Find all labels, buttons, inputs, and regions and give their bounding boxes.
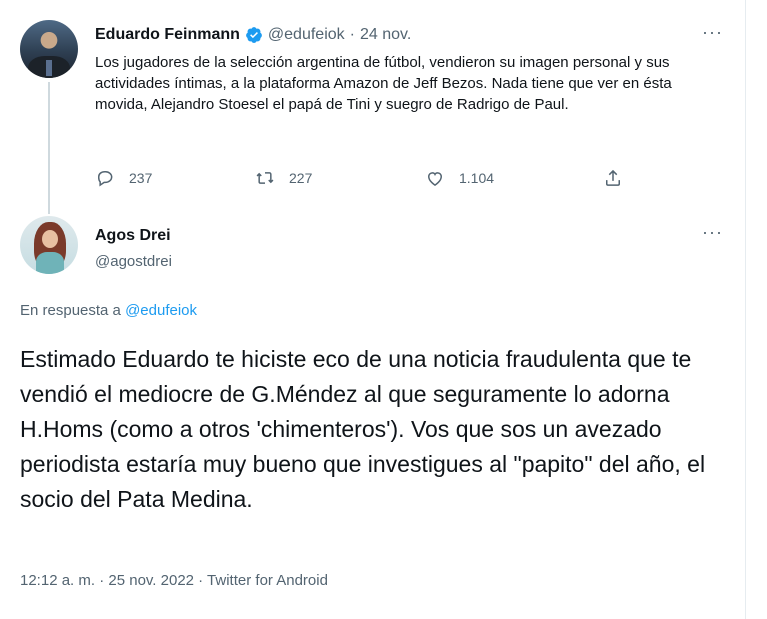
- reply-button[interactable]: 237: [95, 168, 152, 188]
- share-icon: [606, 169, 620, 186]
- avatar-face: [42, 230, 58, 248]
- like-button[interactable]: 1.104: [425, 168, 494, 188]
- avatar-body: [36, 252, 64, 274]
- share-button[interactable]: [603, 168, 623, 188]
- reply-count: 237: [129, 170, 153, 186]
- parent-tweet-header: Eduardo Feinmann @edufeiok · 24 nov.: [95, 26, 411, 44]
- reply-handle[interactable]: @agostdrei: [95, 253, 172, 270]
- avatar-tie: [46, 60, 52, 76]
- retweet-button[interactable]: 227: [255, 168, 312, 188]
- like-count: 1.104: [459, 170, 495, 186]
- tweet-date[interactable]: 24 nov.: [360, 26, 411, 44]
- reply-display-name[interactable]: Agos Drei: [95, 227, 171, 245]
- reply-tweet-text: Estimado Eduardo te hiciste eco de una n…: [20, 346, 706, 512]
- column-divider: [745, 0, 746, 619]
- handle[interactable]: @edufeiok: [268, 26, 345, 44]
- reply-icon: [98, 171, 113, 187]
- verified-badge-icon: [246, 27, 262, 43]
- in-reply-mention-link[interactable]: @edufeiok: [125, 302, 197, 319]
- tweet-actions: 237 227 1.104: [95, 168, 635, 190]
- thread-connector-line: [48, 82, 50, 214]
- retweet-icon: [256, 172, 274, 184]
- avatar[interactable]: [20, 216, 78, 274]
- more-options-icon[interactable]: ···: [702, 222, 723, 243]
- tweet-timestamp-source[interactable]: 12:12 a. m. · 25 nov. 2022 · Twitter for…: [20, 572, 328, 589]
- separator: ·: [349, 26, 355, 43]
- avatar[interactable]: [20, 20, 78, 78]
- retweet-count: 227: [289, 170, 313, 186]
- in-reply-label: En respuesta a: [20, 302, 121, 319]
- more-options-icon[interactable]: ···: [702, 22, 723, 43]
- display-name[interactable]: Eduardo Feinmann: [95, 26, 240, 44]
- heart-icon: [427, 172, 443, 186]
- parent-tweet-text: Los jugadores de la selección argentina …: [95, 54, 672, 113]
- in-reply-to: En respuesta a @edufeiok: [20, 302, 197, 319]
- tweet-card: Eduardo Feinmann @edufeiok · 24 nov. ···…: [0, 0, 745, 619]
